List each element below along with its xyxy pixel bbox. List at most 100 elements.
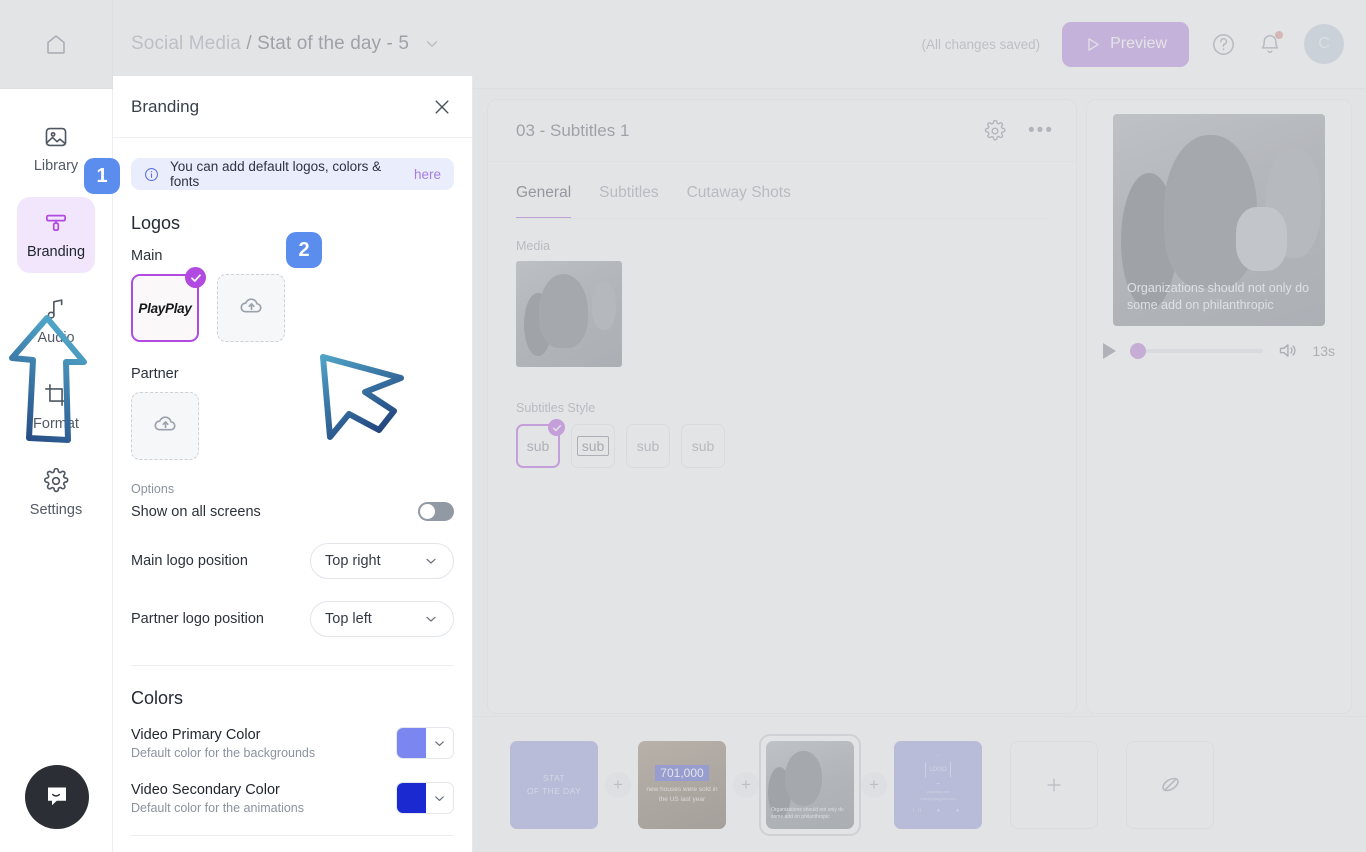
- subtitle-style-option-4[interactable]: sub: [681, 424, 725, 468]
- subtitles-style-options: sub sub sub sub: [516, 419, 1048, 468]
- video-primary-color-picker[interactable]: [396, 727, 454, 759]
- avatar-initial: C: [1318, 35, 1330, 52]
- home-button[interactable]: [0, 0, 113, 89]
- timeline-slide-4[interactable]: LOGO playplay.com hello@playplay.com in …: [894, 740, 982, 829]
- breadcrumb[interactable]: Social Media / Stat of the day - 5: [131, 33, 441, 55]
- slide-editor-header: 03 - Subtitles 1 •••: [488, 100, 1076, 162]
- sidebar-item-format[interactable]: Format: [17, 369, 95, 445]
- chevron-down-icon: [423, 611, 439, 627]
- sidebar-item-label: Format: [33, 416, 79, 432]
- slide-video-caption: Organizations should not only do some ad…: [771, 807, 844, 821]
- video-duration: 13s: [1312, 342, 1335, 359]
- show-on-all-screens-toggle[interactable]: [418, 502, 454, 521]
- media-thumbnail[interactable]: [516, 261, 622, 367]
- hidden-slides-button[interactable]: [1126, 740, 1214, 829]
- main-logo-position-value: Top right: [325, 553, 381, 569]
- partner-logo-upload[interactable]: [131, 392, 199, 460]
- chevron-down-icon: [426, 728, 453, 758]
- question-circle-icon[interactable]: [1211, 32, 1236, 57]
- branding-panel-header: Branding: [113, 76, 472, 138]
- timeline-slide-wrap: Organizations should not only do some ad…: [759, 733, 861, 836]
- sidebar-item-settings[interactable]: Settings: [17, 455, 95, 531]
- show-on-all-screens-row: Show on all screens: [131, 502, 454, 521]
- chevron-down-icon[interactable]: [423, 35, 441, 53]
- video-preview[interactable]: Organizations should not only do some ad…: [1113, 114, 1325, 326]
- crop-format-icon: [43, 382, 69, 408]
- main-logo-position-row: Main logo position Top right: [131, 543, 454, 579]
- sidebar-item-label: Library: [33, 158, 79, 174]
- timeline-slide-3[interactable]: Organizations should not only do some ad…: [766, 740, 854, 829]
- subtitle-style-option-1[interactable]: sub: [516, 419, 565, 468]
- branding-info-notice: You can add default logos, colors & font…: [131, 158, 454, 190]
- breadcrumb-project: Social Media: [131, 33, 241, 54]
- video-primary-color-label: Video Primary Color: [131, 727, 261, 743]
- more-horizontal-icon[interactable]: •••: [1028, 121, 1054, 140]
- general-tab-content: Media Subtitles Style sub sub sub sub: [488, 219, 1076, 468]
- preview-button[interactable]: Preview: [1062, 21, 1189, 67]
- close-icon[interactable]: [432, 97, 452, 117]
- sidebar-item-branding[interactable]: Branding: [17, 197, 95, 273]
- paint-roller-icon: [43, 210, 69, 236]
- media-shape: [592, 282, 616, 330]
- check-icon: [185, 267, 206, 288]
- progress-handle[interactable]: [1130, 342, 1146, 359]
- video-secondary-color-picker[interactable]: [396, 782, 454, 814]
- timeline-slide-2[interactable]: 701,000 new houses were sold in the US l…: [638, 740, 726, 829]
- tabs-divider: [516, 218, 1048, 219]
- gear-icon[interactable]: [984, 119, 1006, 142]
- cloud-upload-icon: [238, 292, 265, 324]
- partner-logo-position-value: Top left: [325, 611, 372, 627]
- tab-general[interactable]: General: [516, 184, 572, 219]
- breadcrumb-text: Social Media / Stat of the day - 5: [131, 33, 409, 55]
- main-logo-upload[interactable]: [217, 274, 285, 342]
- logos-section-title: Logos: [131, 213, 181, 233]
- branding-panel: Branding You can add default logos, colo…: [113, 76, 473, 852]
- top-bar-actions: (All changes saved) Preview C: [921, 21, 1366, 67]
- video-primary-color-sub: Default color for the backgrounds: [131, 746, 316, 760]
- tab-cutaway-label: Cutaway Shots: [686, 184, 791, 201]
- subtitle-style-label: sub: [636, 438, 660, 454]
- slide-shape: [785, 751, 823, 806]
- video-secondary-color-label: Video Secondary Color: [131, 782, 280, 798]
- preview-button-label: Preview: [1110, 35, 1167, 52]
- volume-icon[interactable]: [1277, 340, 1298, 361]
- annotation-badge-1: 1: [84, 158, 120, 194]
- slide-logo-sub2: hello@playplay.com: [920, 796, 956, 801]
- image-library-icon: [43, 124, 69, 150]
- timeline-slide-1[interactable]: STAT OF THE DAY: [510, 740, 598, 829]
- progress-slider[interactable]: [1130, 342, 1264, 359]
- sidebar-item-audio[interactable]: Audio: [17, 283, 95, 359]
- info-circle-icon: [144, 167, 159, 182]
- subtitle-style-option-3[interactable]: sub: [626, 424, 670, 468]
- subtitle-style-label: sub: [576, 436, 610, 456]
- add-slide-between-1-2[interactable]: +: [605, 771, 631, 798]
- main-logo-tile[interactable]: PlayPlay: [131, 267, 206, 342]
- partner-logo-position-label: Partner logo position: [131, 611, 264, 627]
- slide-tabs: General Subtitles Cutaway Shots: [488, 162, 1076, 219]
- gear-icon: [43, 468, 69, 494]
- save-status: (All changes saved): [921, 36, 1041, 52]
- video-controls: 13s: [1087, 326, 1351, 361]
- tab-subtitles[interactable]: Subtitles: [599, 184, 658, 219]
- slide-line-1: STAT: [542, 772, 566, 783]
- slide-title: 03 - Subtitles 1: [516, 120, 630, 140]
- tab-cutaway-shots[interactable]: Cutaway Shots: [687, 184, 791, 219]
- play-icon[interactable]: [1103, 342, 1116, 359]
- video-shape: [1235, 207, 1287, 271]
- partner-logo-position-select[interactable]: Top left: [310, 601, 454, 637]
- notice-link[interactable]: here: [414, 167, 441, 182]
- add-slide-between-3-4[interactable]: +: [861, 771, 887, 798]
- avatar[interactable]: C: [1304, 24, 1344, 64]
- notification-bell-icon[interactable]: [1258, 31, 1283, 56]
- intercom-chat-button[interactable]: [25, 765, 89, 829]
- video-primary-color-swatch: [397, 728, 426, 758]
- timeline-slide-wrap: 701,000 new houses were sold in the US l…: [638, 740, 726, 829]
- left-nav-rail: Library Branding Audio Format Settings: [0, 89, 113, 852]
- sidebar-item-label: Settings: [29, 502, 83, 518]
- slide-logo-mark: LOGO: [925, 755, 951, 785]
- main-logo-position-select[interactable]: Top right: [310, 543, 454, 579]
- add-slide-between-2-3[interactable]: +: [733, 771, 759, 798]
- chevron-down-icon: [426, 783, 453, 813]
- add-slide-button[interactable]: [1010, 740, 1098, 829]
- subtitle-style-option-2[interactable]: sub: [571, 424, 615, 468]
